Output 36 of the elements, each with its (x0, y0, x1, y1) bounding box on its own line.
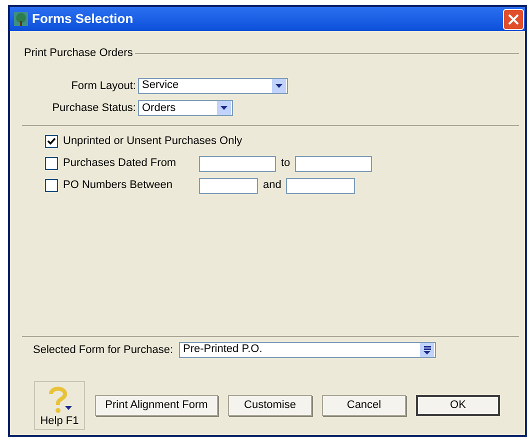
field-label: Purchase Status: (51, 101, 137, 116)
checkbox-label: Purchases Dated From (63, 156, 178, 172)
input-field[interactable] (199, 178, 258, 194)
input-field[interactable] (286, 178, 356, 194)
field-label: Selected Form for Purchase: (33, 342, 174, 358)
window-title: Forms Selection (32, 10, 134, 28)
double-caret-icon (420, 342, 434, 357)
checkbox-label: Unprinted or Unsent Purchases Only (63, 134, 242, 150)
purchase-status-dropdown-value: Orders (141, 102, 176, 114)
dialog-button[interactable]: OK (416, 395, 500, 416)
input-field[interactable] (199, 156, 276, 172)
caret-icon (272, 78, 286, 93)
range-joiner: to (281, 156, 290, 172)
checkbox[interactable] (45, 179, 58, 192)
form-layout-dropdown-value: Service (141, 80, 179, 92)
tree-icon (14, 12, 28, 26)
selected-form-dropdown[interactable]: Pre-Printed P.O. (179, 342, 436, 358)
caret-icon (217, 101, 231, 116)
checkbox[interactable] (45, 157, 58, 170)
help-button[interactable]: Help F1 (34, 381, 85, 430)
selected-form-dropdown-value: Pre-Printed P.O. (182, 344, 262, 356)
range-joiner: and (263, 178, 282, 194)
close-icon (508, 14, 519, 24)
form-layout-dropdown[interactable]: Service (138, 78, 288, 94)
dialog-button[interactable]: Cancel (322, 395, 406, 416)
purchase-status-dropdown[interactable]: Orders (138, 100, 233, 116)
checkmark-icon (47, 137, 56, 146)
field-label: Form Layout: (70, 78, 137, 94)
dialog-button[interactable]: Print Alignment Form (95, 395, 218, 416)
checkbox[interactable] (45, 135, 58, 148)
question-mark-icon (46, 386, 72, 414)
input-field[interactable] (295, 156, 372, 172)
group-title: Print Purchase Orders (24, 46, 133, 61)
checkbox-label: PO Numbers Between (63, 178, 174, 194)
close-button[interactable] (503, 8, 524, 30)
dialog-button[interactable]: Customise (228, 395, 312, 416)
